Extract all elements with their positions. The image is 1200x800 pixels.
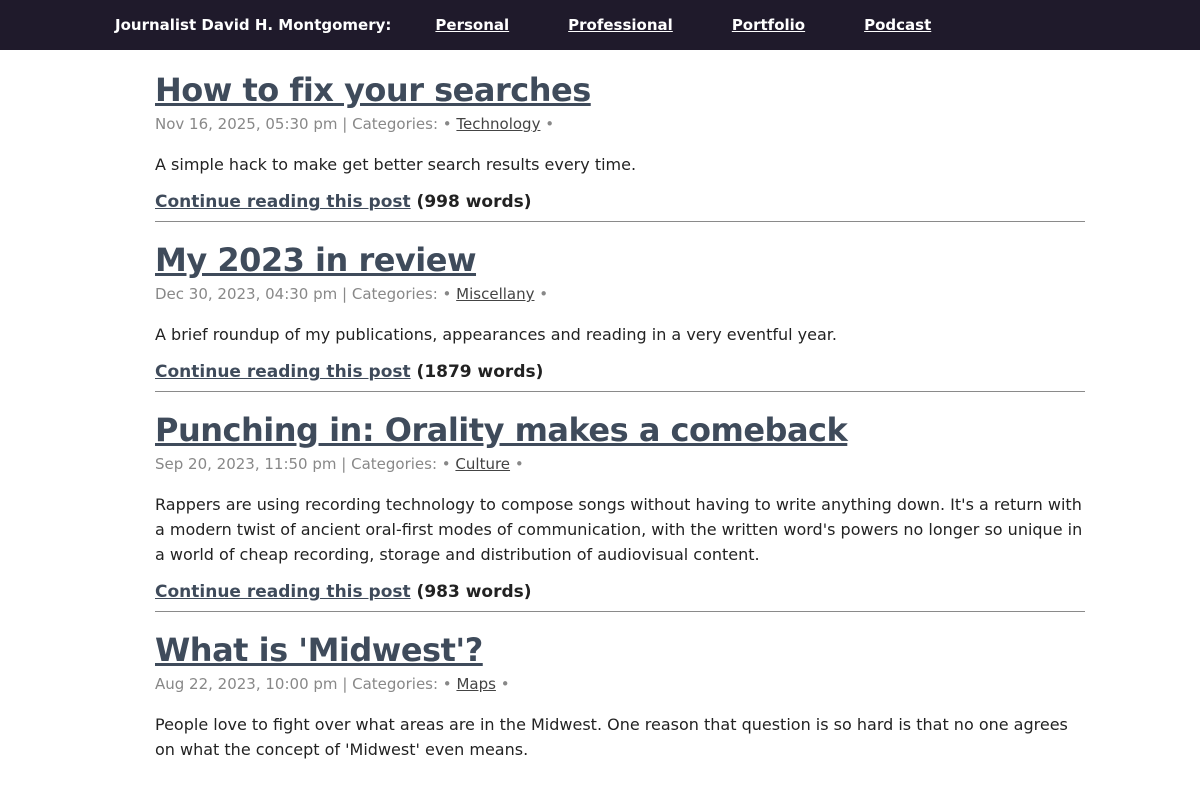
post-excerpt: A simple hack to make get better search … <box>155 155 637 174</box>
post-date: Sep 20, 2023, 11:50 pm <box>155 455 337 473</box>
continue-reading-row: Continue reading this post (1879 words) <box>155 359 1085 385</box>
category-separator: • <box>500 675 510 693</box>
category-link[interactable]: Culture <box>455 455 510 473</box>
word-count: (983 words) <box>416 582 532 602</box>
category-link[interactable]: Technology <box>456 115 540 133</box>
post-meta: Nov 16, 2025, 05:30 pm | Categories: • T… <box>155 110 1085 138</box>
post-excerpt: A brief roundup of my publications, appe… <box>155 325 837 344</box>
post-excerpt: Rappers are using recording technology t… <box>155 495 1083 564</box>
nav-link-personal[interactable]: Personal <box>435 16 509 34</box>
continue-reading-row: Continue reading this post (998 words) <box>155 189 1085 215</box>
categories-label: | Categories: • <box>341 455 451 473</box>
category-link[interactable]: Maps <box>456 675 495 693</box>
post-item: My 2023 in review Dec 30, 2023, 04:30 pm… <box>155 222 1085 392</box>
word-count: (1879 words) <box>416 362 544 382</box>
site-title: Journalist David H. Montgomery: <box>115 16 392 34</box>
post-title-link[interactable]: My 2023 in review <box>155 240 1085 280</box>
post-meta: Aug 22, 2023, 10:00 pm | Categories: • M… <box>155 670 1085 698</box>
post-title-link[interactable]: What is 'Midwest'? <box>155 630 1085 670</box>
post-title-link[interactable]: Punching in: Orality makes a comeback <box>155 410 1085 450</box>
post-item: What is 'Midwest'? Aug 22, 2023, 10:00 p… <box>155 612 1085 780</box>
post-excerpt: People love to fight over what areas are… <box>155 715 1068 759</box>
categories-label: | Categories: • <box>342 675 452 693</box>
post-date: Dec 30, 2023, 04:30 pm <box>155 285 338 303</box>
nav-link-podcast[interactable]: Podcast <box>864 16 931 34</box>
post-list: How to fix your searches Nov 16, 2025, 0… <box>155 50 1085 780</box>
post-date: Nov 16, 2025, 05:30 pm <box>155 115 338 133</box>
post-date: Aug 22, 2023, 10:00 pm <box>155 675 338 693</box>
top-navigation: Journalist David H. Montgomery: Personal… <box>0 0 1200 50</box>
continue-reading-row: Continue reading this post (983 words) <box>155 579 1085 605</box>
word-count: (998 words) <box>416 192 532 212</box>
post-meta: Dec 30, 2023, 04:30 pm | Categories: • M… <box>155 280 1085 308</box>
post-title-link[interactable]: How to fix your searches <box>155 70 1085 110</box>
continue-reading-link[interactable]: Continue reading this post <box>155 192 411 212</box>
categories-label: | Categories: • <box>342 285 452 303</box>
nav-link-professional[interactable]: Professional <box>568 16 673 34</box>
continue-reading-link[interactable]: Continue reading this post <box>155 582 411 602</box>
categories-label: | Categories: • <box>342 115 452 133</box>
category-separator: • <box>539 285 549 303</box>
post-meta: Sep 20, 2023, 11:50 pm | Categories: • C… <box>155 450 1085 478</box>
nav-link-portfolio[interactable]: Portfolio <box>732 16 805 34</box>
post-item: How to fix your searches Nov 16, 2025, 0… <box>155 50 1085 222</box>
category-separator: • <box>545 115 555 133</box>
continue-reading-link[interactable]: Continue reading this post <box>155 362 411 382</box>
category-link[interactable]: Miscellany <box>456 285 534 303</box>
category-separator: • <box>514 455 524 473</box>
post-item: Punching in: Orality makes a comeback Se… <box>155 392 1085 612</box>
